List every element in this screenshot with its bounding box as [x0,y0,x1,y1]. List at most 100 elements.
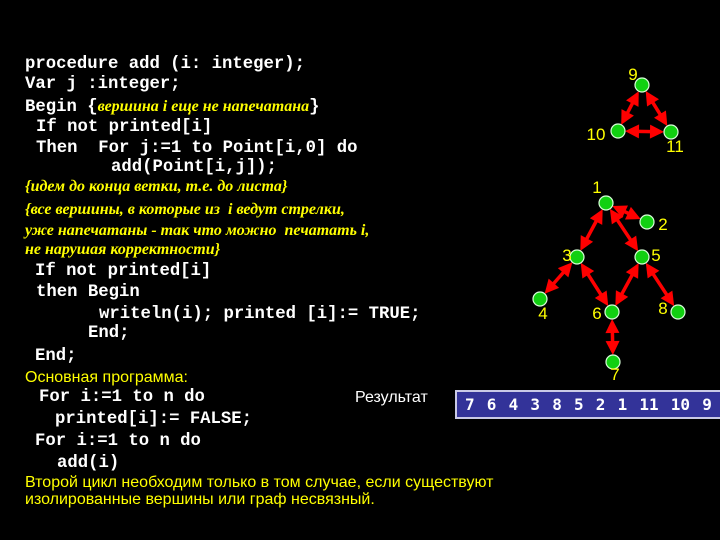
arrowhead-icon [625,206,641,220]
edge-line [625,101,635,115]
arrowhead-icon [594,290,609,307]
code-line-begin: Begin {вершина i еще не напечатана} [25,97,320,118]
graph-edges [544,90,675,356]
arrowhead-icon [649,124,665,139]
edge-line [615,217,633,243]
graph-nodes [532,77,686,370]
arrowhead-icon [612,205,628,219]
comment-line-4: не нарушая корректности} [25,241,221,258]
begin-keyword: Begin [25,98,88,117]
graph-node-10 [610,123,626,139]
result-item: 11 [639,395,659,414]
node-label-7: 7 [610,365,619,384]
arrowhead-icon [589,209,603,225]
edge-arrow-5-8 [645,262,675,307]
edge-line [622,209,631,216]
comment-line-1: {идем до конца ветки, т.е. до листа} [25,178,288,195]
result-item: 7 [465,395,475,414]
edge-arrow-6-7 [605,318,620,356]
arrowhead-icon [557,262,573,278]
graph-node-6 [604,304,620,320]
edge-arrow-3-4 [544,262,573,294]
arrowhead-icon [615,290,629,306]
edge-line [650,271,670,298]
comment-line-2: {все вершины, в которые из i ведут стрел… [25,201,345,218]
arrowhead-icon [625,263,639,279]
node-label-6: 6 [592,304,601,323]
edge-arrow-1-2 [612,205,641,220]
edge-line [619,272,635,297]
node-label-8: 8 [658,299,667,318]
edge-arrow-9-10 [621,91,639,125]
main-line-for-2: For i:=1 to n do [35,432,201,451]
graph-node-7 [605,354,621,370]
edge-arrow-1-5 [609,208,639,252]
edge-arrow-1-3 [580,209,603,251]
arrowhead-icon [605,340,620,356]
graph-node-1 [598,195,614,211]
result-item: 4 [508,395,519,414]
arrowhead-icon [609,208,624,225]
edge-arrow-3-6 [580,262,609,307]
node-label-10: 10 [587,125,606,144]
arrowhead-icon [580,235,594,251]
code-line-then-for: Then For j:=1 to Point[i,0] do [36,139,358,158]
arrowhead-icon [605,318,620,334]
graph-node-2 [639,214,655,230]
node-label-1: 1 [592,178,601,197]
code-line-writeln: writeln(i); printed [i]:= TRUE; [99,305,421,324]
result-item: 9 [702,395,712,414]
result-item: 2 [595,395,606,414]
edge-arrow-5-6 [615,263,639,306]
main-line-printed-false: printed[i]:= FALSE; [55,410,253,429]
result-item: 5 [573,395,584,414]
edge-line [584,218,599,242]
edge-line [650,100,663,117]
code-line-outer-end: End; [35,347,77,366]
edge-line [551,270,566,286]
arrowhead-icon [580,262,595,279]
result-item: 8 [552,395,562,414]
graph-node-11 [663,124,679,140]
arrowhead-icon [621,109,634,125]
main-program-heading: Основная программа: [25,369,188,386]
main-line-add: add(i) [57,454,120,473]
edge-arrow-10-11 [624,124,665,139]
code-line-if-not-printed: If not printed[i] [36,118,213,137]
arrowhead-icon [660,290,675,307]
graph-node-8 [670,304,686,320]
arrowhead-icon [544,278,560,294]
arrowhead-icon [645,262,660,279]
code-line-procedure-header: procedure add (i: integer); [25,55,306,74]
code-line-recursive-add: add(Point[i,j]); [111,158,277,177]
result-item: 3 [530,395,541,414]
node-label-3: 3 [562,246,571,265]
edge-line [585,272,604,297]
node-label-11: 11 [666,137,684,156]
arrowhead-icon [626,91,639,107]
node-label-2: 2 [658,215,667,234]
graph-node-3 [569,249,585,265]
edge-arrow-9-11 [645,90,668,127]
arrowhead-icon [624,124,640,139]
graph-labels: 1 2 3 4 5 6 7 8 9 10 11 [538,65,684,384]
comment-close-brace: } [309,98,320,117]
result-item: 10 [670,395,691,414]
code-line-var: Var j :integer; [25,75,181,94]
code-line-if-not-printed-2: If not printed[i] [35,262,212,281]
begin-comment: вершина i еще не напечатана [97,98,310,115]
node-label-5: 5 [651,246,660,265]
comment-open-brace: { [87,98,98,117]
comment-line-3: уже напечатаны - так что можно печатать … [25,222,370,239]
graph-node-9 [634,77,650,93]
main-line-for-1: For i:=1 to n do [39,388,205,407]
arrowhead-icon [645,90,659,107]
code-line-inner-end: End; [88,324,130,343]
result-sequence-box: 7 6 4 3 8 5 2 1 11 10 9 [455,390,720,419]
graph-node-5 [634,249,650,265]
arrowhead-icon [624,235,639,252]
result-item: 6 [486,395,497,414]
node-label-9: 9 [628,65,637,84]
node-label-4: 4 [538,304,547,323]
graph-node-4 [532,291,548,307]
